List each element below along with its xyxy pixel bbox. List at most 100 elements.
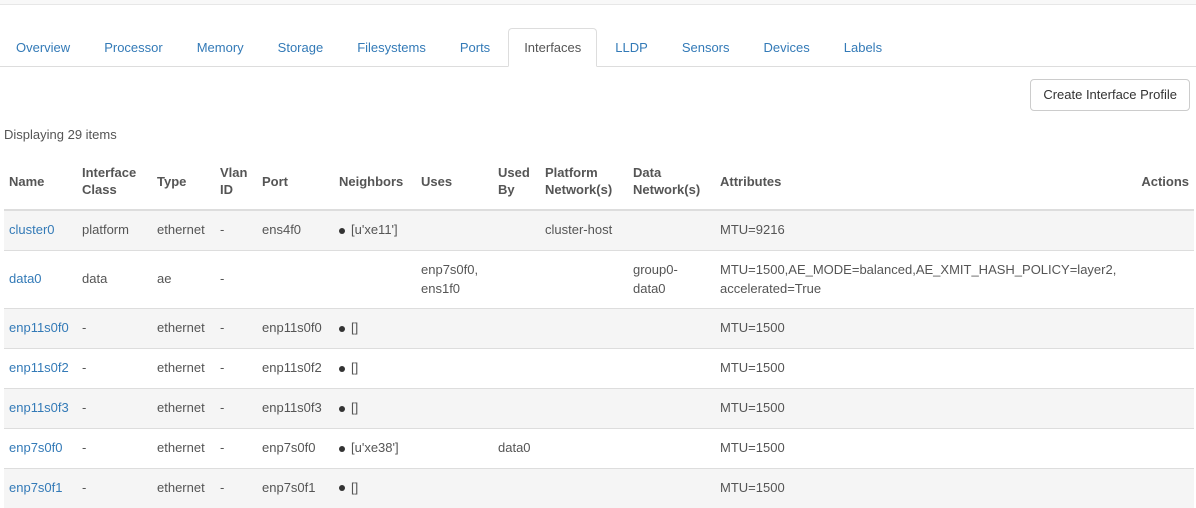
top-navbar-edge <box>0 0 1196 5</box>
neighbors-value: [u'xe38'] <box>351 440 399 455</box>
name-cell: enp7s0f1 <box>4 468 77 507</box>
neighbors-value: [u'xe11'] <box>351 222 398 237</box>
actions-cell <box>1134 389 1194 429</box>
type-cell: ethernet <box>152 210 215 250</box>
interface-name-link[interactable]: cluster0 <box>9 222 55 237</box>
toolbar: Create Interface Profile <box>4 79 1190 111</box>
interface-name-link[interactable]: enp11s0f2 <box>9 360 69 375</box>
uses-cell: enp7s0f0, ens1f0 <box>416 250 493 309</box>
column-header-uses: Uses <box>416 154 493 210</box>
interface-name-link[interactable]: enp11s0f3 <box>9 400 69 415</box>
interface-class-cell: - <box>77 309 152 349</box>
actions-cell <box>1134 250 1194 309</box>
tab-interfaces[interactable]: Interfaces <box>508 28 597 67</box>
tab-storage[interactable]: Storage <box>262 28 340 67</box>
type-cell: ethernet <box>152 389 215 429</box>
neighbors-value: [] <box>351 480 358 495</box>
table-row: enp11s0f3 - ethernet - enp11s0f3 [] MTU=… <box>4 389 1194 429</box>
used-by-cell <box>493 389 540 429</box>
name-cell: enp11s0f3 <box>4 389 77 429</box>
tab-label[interactable]: Interfaces <box>508 28 597 67</box>
tab-label[interactable]: Storage <box>262 28 340 67</box>
tab-label[interactable]: Devices <box>748 28 826 67</box>
column-header-interface-class: Interface Class <box>77 154 152 210</box>
type-cell: ethernet <box>152 468 215 507</box>
tab-label[interactable]: Filesystems <box>341 28 442 67</box>
tab-lldp[interactable]: LLDP <box>599 28 664 67</box>
tab-label[interactable]: Memory <box>181 28 260 67</box>
tab-labels[interactable]: Labels <box>828 28 898 67</box>
platform-networks-cell <box>540 349 628 389</box>
tab-label[interactable]: LLDP <box>599 28 664 67</box>
name-cell: enp11s0f0 <box>4 309 77 349</box>
tab-label[interactable]: Overview <box>0 28 86 67</box>
neighbors-cell <box>334 250 416 309</box>
used-by-cell: data0 <box>493 429 540 469</box>
data-networks-cell <box>628 389 715 429</box>
name-cell: cluster0 <box>4 210 77 250</box>
name-cell: enp7s0f0 <box>4 429 77 469</box>
data-networks-cell <box>628 429 715 469</box>
tab-ports[interactable]: Ports <box>444 28 506 67</box>
neighbors-cell: [] <box>334 349 416 389</box>
tab-processor[interactable]: Processor <box>88 28 179 67</box>
actions-cell <box>1134 349 1194 389</box>
items-count-label: Displaying 29 items <box>4 127 1190 142</box>
port-cell: ens4f0 <box>257 210 334 250</box>
name-cell: data0 <box>4 250 77 309</box>
attributes-cell: MTU=1500 <box>715 468 1134 507</box>
interface-name-link[interactable]: enp11s0f0 <box>9 320 69 335</box>
neighbors-cell: [] <box>334 309 416 349</box>
name-cell: enp11s0f2 <box>4 349 77 389</box>
table-row: enp7s0f0 - ethernet - enp7s0f0 [u'xe38']… <box>4 429 1194 469</box>
create-interface-profile-button[interactable]: Create Interface Profile <box>1030 79 1190 111</box>
neighbors-value: [] <box>351 320 358 335</box>
attributes-cell: MTU=1500 <box>715 429 1134 469</box>
status-dot-icon <box>339 485 345 491</box>
platform-networks-cell <box>540 389 628 429</box>
status-dot-icon <box>339 228 345 234</box>
status-dot-icon <box>339 446 345 452</box>
interface-class-cell: - <box>77 468 152 507</box>
uses-cell <box>416 389 493 429</box>
neighbors-cell: [] <box>334 389 416 429</box>
interface-name-link[interactable]: enp7s0f1 <box>9 480 63 495</box>
tab-label[interactable]: Ports <box>444 28 506 67</box>
vlan-id-cell: - <box>215 309 257 349</box>
used-by-cell <box>493 468 540 507</box>
uses-cell <box>416 349 493 389</box>
attributes-cell: MTU=1500 <box>715 389 1134 429</box>
column-header-vlan-id: Vlan ID <box>215 154 257 210</box>
actions-cell <box>1134 468 1194 507</box>
platform-networks-cell <box>540 309 628 349</box>
tab-filesystems[interactable]: Filesystems <box>341 28 442 67</box>
tab-overview[interactable]: Overview <box>0 28 86 67</box>
platform-networks-cell <box>540 250 628 309</box>
tab-label[interactable]: Processor <box>88 28 179 67</box>
port-cell: enp7s0f1 <box>257 468 334 507</box>
tab-label[interactable]: Labels <box>828 28 898 67</box>
uses-cell <box>416 429 493 469</box>
vlan-id-cell: - <box>215 468 257 507</box>
tab-sensors[interactable]: Sensors <box>666 28 746 67</box>
column-header-neighbors: Neighbors <box>334 154 416 210</box>
table-row: enp7s0f1 - ethernet - enp7s0f1 [] MTU=15… <box>4 468 1194 507</box>
tab-memory[interactable]: Memory <box>181 28 260 67</box>
used-by-cell <box>493 210 540 250</box>
type-cell: ae <box>152 250 215 309</box>
interfaces-panel: Create Interface Profile Displaying 29 i… <box>0 67 1196 508</box>
tab-label[interactable]: Sensors <box>666 28 746 67</box>
used-by-cell <box>493 250 540 309</box>
interface-name-link[interactable]: enp7s0f0 <box>9 440 63 455</box>
data-networks-cell <box>628 210 715 250</box>
type-cell: ethernet <box>152 349 215 389</box>
data-networks-cell: group0-data0 <box>628 250 715 309</box>
interface-name-link[interactable]: data0 <box>9 271 42 286</box>
type-cell: ethernet <box>152 429 215 469</box>
column-header-used-by: Used By <box>493 154 540 210</box>
vlan-id-cell: - <box>215 389 257 429</box>
column-header-data-networks: Data Network(s) <box>628 154 715 210</box>
interface-class-cell: data <box>77 250 152 309</box>
tab-devices[interactable]: Devices <box>748 28 826 67</box>
tab-bar: OverviewProcessorMemoryStorageFilesystem… <box>0 28 1196 67</box>
